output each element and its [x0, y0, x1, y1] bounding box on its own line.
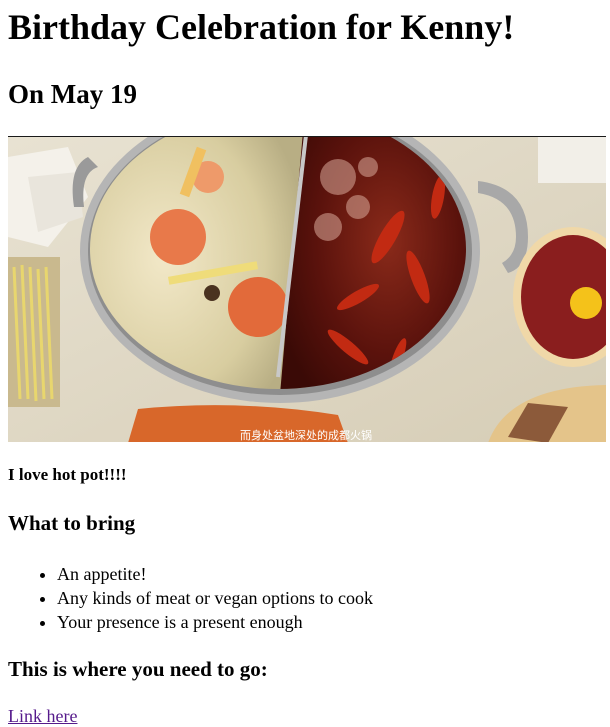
bring-list: An appetite! Any kinds of meat or vegan … — [8, 562, 373, 634]
page-title: Birthday Celebration for Kenny! — [8, 7, 515, 47]
location-link[interactable]: Link here — [8, 705, 77, 727]
tagline: I love hot pot!!!! — [8, 465, 127, 484]
list-item: Your presence is a present enough — [57, 610, 373, 634]
list-item: An appetite! — [57, 562, 373, 586]
location-heading: This is where you need to go: — [8, 657, 268, 681]
bring-heading: What to bring — [8, 511, 136, 535]
list-item: Any kinds of meat or vegan options to co… — [57, 586, 373, 610]
image-caption: 而身处盆地深处的成都火锅 — [240, 428, 372, 442]
hot-pot-image: 而身处盆地深处的成都火锅 — [8, 136, 606, 442]
date-heading: On May 19 — [8, 79, 138, 109]
